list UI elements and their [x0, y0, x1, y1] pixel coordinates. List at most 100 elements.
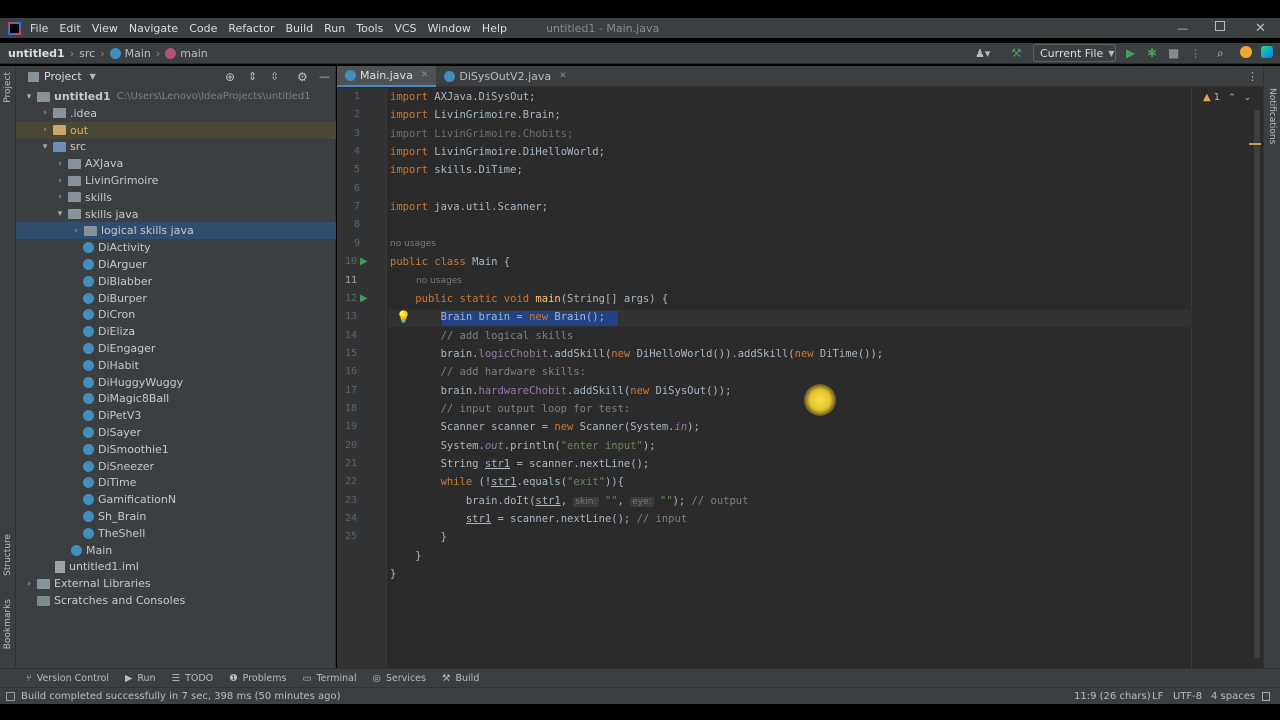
tree-item[interactable]: DiPetV3 — [16, 407, 336, 424]
chevron-right-icon[interactable]: › — [40, 108, 50, 118]
project-tool-label[interactable]: Project — [3, 72, 13, 103]
tab-disysoutv2-java[interactable]: DiSysOutV2.java ✕ — [436, 66, 574, 87]
line-number[interactable]: 7 — [340, 201, 360, 212]
line-number[interactable]: 18 — [337, 403, 357, 414]
tree-item[interactable]: DiHuggyWuggy — [16, 374, 336, 391]
tree-item[interactable]: DiTime — [16, 474, 336, 491]
chevron-down-icon[interactable]: ▾ — [24, 92, 34, 102]
code-line[interactable]: public static void main(String[] args) { — [390, 293, 668, 305]
chevron-down-icon[interactable]: ▾ — [40, 142, 50, 152]
line-number[interactable]: 9 — [340, 238, 360, 249]
code-line[interactable]: public class Main { — [390, 256, 510, 268]
tree-item[interactable]: ▾ skills java — [16, 206, 336, 223]
lightbulb-icon[interactable]: 💡 — [396, 310, 411, 324]
run-icon[interactable]: ▶ — [1126, 46, 1135, 60]
breadcrumb-class[interactable]: Main — [125, 47, 151, 60]
tree-item[interactable]: › LivinGrimoire — [16, 172, 336, 189]
tree-item[interactable]: DiBlabber — [16, 273, 336, 290]
more-tabs-icon[interactable]: ⋮ — [1247, 70, 1258, 83]
code-line[interactable]: brain.hardwareChobit.addSkill(new DiSysO… — [390, 385, 732, 397]
line-number[interactable]: 15 — [337, 348, 357, 359]
tree-item[interactable]: DiArguer — [16, 256, 336, 273]
tree-item[interactable]: › .idea — [16, 105, 336, 122]
chevron-right-icon[interactable]: › — [71, 226, 81, 236]
tree-item[interactable]: DiEngager — [16, 340, 336, 357]
tool-window-build[interactable]: ⚒ Build — [442, 673, 479, 684]
menu-item-view[interactable]: View — [92, 22, 118, 35]
close-tab-icon[interactable]: ✕ — [421, 70, 429, 80]
tool-window-version-control[interactable]: ⑂ Version Control — [26, 673, 109, 684]
tree-item[interactable]: DiCron — [16, 306, 336, 323]
debug-icon[interactable]: ✱ — [1147, 46, 1157, 60]
tree-item[interactable]: Main — [16, 542, 336, 559]
bookmarks-tool-label[interactable]: Bookmarks — [3, 599, 13, 649]
line-number[interactable]: 5 — [340, 164, 360, 175]
caret-position[interactable]: 11:9 (26 chars) — [1074, 691, 1151, 702]
tree-item[interactable]: › skills — [16, 189, 336, 206]
build-hammer-icon[interactable]: ⚒ — [1011, 46, 1022, 60]
structure-tool-label[interactable]: Structure — [3, 534, 13, 576]
tree-item[interactable]: Sh_Brain — [16, 508, 336, 525]
code-line[interactable]: Scanner scanner = new Scanner(System.in)… — [390, 421, 700, 433]
breadcrumb-folder[interactable]: src — [79, 47, 95, 60]
line-number[interactable]: 14 — [337, 330, 357, 341]
line-number[interactable]: 25 — [337, 531, 357, 542]
breadcrumb-project[interactable]: untitled1 — [8, 47, 65, 60]
code-line[interactable]: } — [390, 531, 447, 543]
code-line[interactable]: import LivinGrimoire.Brain; — [390, 109, 561, 121]
chevron-right-icon[interactable]: › — [24, 579, 34, 589]
minimize-button[interactable]: — — [1177, 22, 1188, 35]
line-number[interactable]: 1 — [340, 91, 360, 102]
tree-item[interactable]: DiSayer — [16, 424, 336, 441]
tree-item[interactable]: TheShell — [16, 525, 336, 542]
close-button[interactable]: ✕ — [1255, 21, 1266, 36]
code-line[interactable]: } — [390, 568, 396, 580]
update-icon[interactable] — [1240, 46, 1252, 58]
inspection-widget[interactable]: ▲ 1 ⌃ ⌄ — [1203, 92, 1251, 103]
line-number[interactable]: 23 — [337, 495, 357, 506]
line-number[interactable]: 11 — [337, 275, 357, 286]
code-line[interactable]: System.out.println("enter input"); — [390, 440, 656, 452]
menu-item-window[interactable]: Window — [428, 22, 471, 35]
chevron-down-icon[interactable]: ▾ — [55, 209, 65, 219]
chevron-right-icon[interactable]: › — [55, 192, 65, 202]
code-line[interactable]: // add logical skills — [390, 330, 574, 342]
chevron-up-icon[interactable]: ⌃ — [1228, 93, 1236, 103]
chevron-down-icon[interactable]: ⌄ — [1244, 93, 1252, 103]
breadcrumb-method[interactable]: main — [180, 47, 207, 60]
line-number[interactable]: 4 — [340, 146, 360, 157]
collapse-all-icon[interactable]: ⇳ — [270, 70, 279, 83]
chevron-right-icon[interactable]: › — [55, 159, 65, 169]
line-separator[interactable]: LF — [1152, 691, 1163, 702]
warning-stripe-marker[interactable] — [1249, 143, 1261, 145]
line-number[interactable]: 2 — [340, 109, 360, 120]
code-line[interactable]: import skills.DiTime; — [390, 164, 523, 176]
line-number[interactable]: 20 — [337, 440, 357, 451]
line-number[interactable]: 10 — [337, 256, 357, 267]
tree-item[interactable]: GamificationN — [16, 491, 336, 508]
editor-scrollbar[interactable] — [1254, 110, 1260, 658]
menu-item-vcs[interactable]: VCS — [394, 22, 416, 35]
line-number[interactable]: 8 — [340, 219, 360, 230]
tool-window-problems[interactable]: ❶ Problems — [229, 673, 286, 684]
run-gutter-icon[interactable]: ▶ — [360, 293, 368, 304]
chevron-down-icon[interactable]: ▼ — [90, 72, 96, 81]
menu-item-file[interactable]: File — [30, 22, 48, 35]
menu-item-edit[interactable]: Edit — [59, 22, 80, 35]
menu-item-run[interactable]: Run — [324, 22, 345, 35]
maximize-button[interactable] — [1215, 21, 1225, 31]
chevron-right-icon[interactable]: › — [40, 125, 50, 135]
coverage-icon[interactable]: ■ — [1168, 46, 1179, 60]
menu-item-code[interactable]: Code — [189, 22, 217, 35]
more-run-icon[interactable]: ⋮ — [1190, 47, 1201, 60]
tree-item[interactable]: DiHabit — [16, 357, 336, 374]
run-config-select[interactable]: Current File ▼ — [1033, 44, 1116, 62]
tree-item[interactable]: DiMagic8Ball — [16, 390, 336, 407]
close-tab-icon[interactable]: ✕ — [559, 71, 567, 81]
user-icon[interactable]: ♟▾ — [975, 47, 990, 60]
tree-item[interactable]: › out — [16, 121, 336, 139]
indent-setting[interactable]: 4 spaces — [1211, 691, 1255, 702]
menu-item-help[interactable]: Help — [482, 22, 507, 35]
file-encoding[interactable]: UTF-8 — [1173, 691, 1202, 702]
tree-item[interactable]: DiSmoothie1 — [16, 441, 336, 458]
